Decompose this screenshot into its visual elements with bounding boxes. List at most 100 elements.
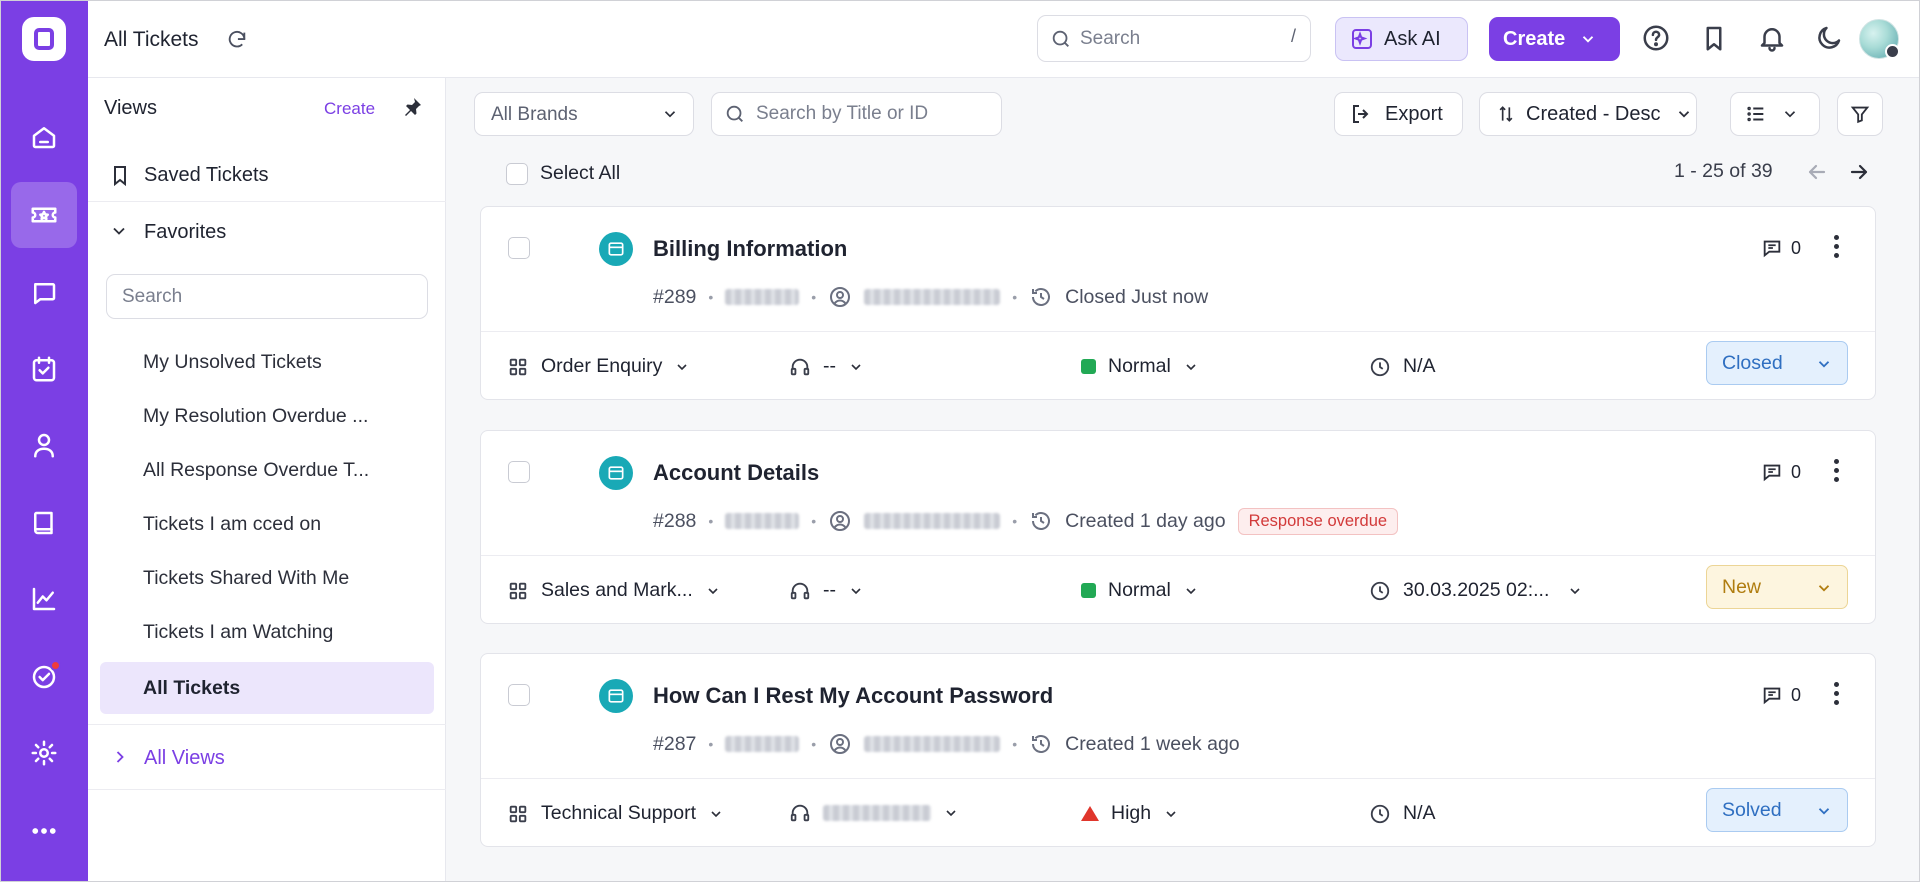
global-search-input[interactable] (1080, 26, 1260, 52)
chevron-down-icon (851, 363, 861, 370)
approvals-icon[interactable] (11, 644, 77, 710)
reports-icon[interactable] (11, 566, 77, 632)
priority-dropdown[interactable]: High (1081, 802, 1179, 825)
headset-icon (790, 804, 810, 822)
bookmark-icon[interactable] (1699, 23, 1729, 53)
chevron-down-icon (113, 227, 125, 235)
ticket-title[interactable]: Billing Information (653, 236, 847, 262)
ticket-title[interactable]: How Can I Rest My Account Password (653, 683, 1053, 709)
app-rail (0, 0, 88, 882)
redacted-requester (725, 513, 800, 529)
view-item[interactable]: My Unsolved Tickets (100, 336, 434, 388)
chat-icon[interactable] (11, 260, 77, 326)
arrow-left-icon[interactable] (1805, 160, 1829, 184)
ticket-search-input[interactable] (756, 102, 986, 126)
home-icon[interactable] (11, 104, 77, 170)
view-item[interactable]: All Response Overdue T... (100, 444, 434, 496)
filter-button[interactable] (1837, 92, 1883, 136)
select-all-checkbox[interactable] (506, 162, 528, 185)
ask-ai-button[interactable]: Ask AI (1335, 17, 1468, 61)
views-search-input[interactable] (106, 274, 428, 319)
layout-dropdown[interactable] (1730, 92, 1820, 136)
due-date: N/A (1369, 355, 1436, 378)
view-item[interactable]: Tickets I am Watching (100, 606, 434, 658)
ticket-card[interactable]: Account Details 0 #288 • • • Created 1 d… (480, 430, 1876, 624)
chevron-down-icon (1818, 585, 1830, 592)
category-dropdown[interactable]: Sales and Mark... (507, 579, 721, 602)
category-dropdown[interactable]: Order Enquiry (507, 355, 690, 378)
all-views-toggle[interactable]: All Views (88, 724, 446, 790)
ticket-checkbox[interactable] (508, 237, 530, 259)
status-dropdown[interactable]: Solved (1706, 788, 1848, 832)
agent-dropdown[interactable]: -- (789, 355, 864, 378)
tasks-icon[interactable] (11, 336, 77, 402)
view-item[interactable]: My Resolution Overdue ... (100, 390, 434, 442)
knowledge-base-icon[interactable] (11, 490, 77, 556)
list-icon (1747, 106, 1764, 122)
pin-icon[interactable] (400, 95, 424, 119)
history-icon (1032, 735, 1051, 753)
chevron-down-icon (711, 810, 721, 817)
chevron-down-icon (708, 587, 718, 594)
sort-dropdown[interactable]: Created - Desc (1479, 92, 1697, 136)
more-options-icon[interactable] (1831, 457, 1841, 485)
due-date-dropdown[interactable]: 30.03.2025 02:... (1369, 579, 1583, 602)
top-bar: All Tickets / Ask AI Create (88, 0, 1920, 78)
chevron-down-icon (1818, 361, 1830, 368)
arrow-right-icon[interactable] (1847, 160, 1871, 184)
priority-dropdown[interactable]: Normal (1081, 579, 1199, 602)
status-dropdown[interactable]: Closed (1706, 341, 1848, 385)
chevron-down-icon (1784, 111, 1796, 118)
export-button[interactable]: Export (1334, 92, 1463, 136)
ticket-id: #289 (653, 285, 697, 308)
comment-icon (1763, 240, 1781, 258)
create-button[interactable]: Create (1489, 17, 1620, 61)
brands-dropdown[interactable]: All Brands (474, 92, 694, 136)
ticket-meta: #289 • • • Closed Just now (653, 285, 1209, 308)
user-avatar[interactable] (1859, 19, 1900, 59)
redacted-assignee (864, 513, 1001, 529)
contacts-icon[interactable] (11, 412, 77, 478)
status-dropdown[interactable]: New (1706, 565, 1848, 609)
priority-dropdown[interactable]: Normal (1081, 355, 1199, 378)
refresh-icon[interactable] (226, 29, 248, 51)
comment-count[interactable]: 0 (1761, 684, 1801, 706)
ticket-title[interactable]: Account Details (653, 460, 819, 486)
redacted-assignee (864, 736, 1001, 752)
comment-count[interactable]: 0 (1761, 237, 1801, 259)
agent-dropdown[interactable] (789, 802, 959, 824)
bell-icon[interactable] (1757, 23, 1787, 53)
chevron-down-icon (851, 587, 861, 594)
page-title: All Tickets (104, 28, 199, 51)
view-item[interactable]: Tickets I am cced on (100, 498, 434, 550)
ticket-card[interactable]: How Can I Rest My Account Password 0 #28… (480, 653, 1876, 847)
agent-dropdown[interactable]: -- (789, 579, 864, 602)
help-icon[interactable] (1641, 23, 1671, 53)
select-all[interactable]: Select All (506, 162, 620, 185)
more-options-icon[interactable] (1831, 233, 1841, 261)
user-circle-icon (830, 511, 851, 531)
favorites-toggle[interactable]: Favorites (88, 213, 446, 253)
views-create-link[interactable]: Create (324, 99, 375, 119)
view-item[interactable]: Tickets Shared With Me (100, 552, 434, 604)
category-dropdown[interactable]: Technical Support (507, 802, 724, 825)
more-icon[interactable] (11, 798, 77, 864)
app-logo[interactable] (22, 17, 66, 61)
ticket-search (711, 92, 1002, 136)
more-options-icon[interactable] (1831, 680, 1841, 708)
due-date: N/A (1369, 802, 1436, 825)
ticket-type-icon (599, 456, 633, 490)
ticket-card[interactable]: Billing Information 0 #289 • • • Closed … (480, 206, 1876, 400)
ticket-checkbox[interactable] (508, 684, 530, 706)
tickets-icon[interactable] (11, 182, 77, 248)
ticket-status-text: Created 1 week ago (1065, 732, 1240, 755)
saved-tickets[interactable]: Saved Tickets (88, 152, 446, 202)
ticket-checkbox[interactable] (508, 461, 530, 483)
view-item-all-tickets[interactable]: All Tickets (100, 662, 434, 714)
comment-count[interactable]: 0 (1761, 461, 1801, 483)
dark-mode-icon[interactable] (1814, 23, 1844, 53)
redacted-agent (823, 805, 931, 821)
settings-icon[interactable] (11, 720, 77, 786)
headset-icon (790, 582, 810, 599)
ticket-meta: #287 • • • Created 1 week ago (653, 732, 1240, 755)
